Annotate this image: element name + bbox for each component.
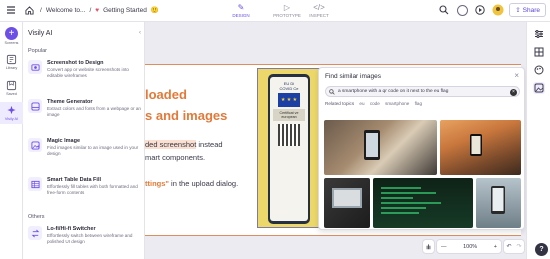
design-pen-icon: ✎ — [237, 3, 245, 12]
rail-item-visily-ai[interactable]: Visily AI — [0, 102, 23, 124]
eu-flag-icon: ★ ★ ★ — [278, 93, 300, 107]
section-popular: Popular — [28, 48, 47, 54]
mode-prototype[interactable]: ▷ PROTOTYPE — [272, 2, 302, 18]
sparkle-icon — [7, 105, 16, 115]
breadcrumb-project[interactable]: Welcome to... — [46, 7, 86, 14]
avatar[interactable] — [491, 3, 505, 17]
redo-icon[interactable]: ↷ — [516, 243, 521, 250]
theme-palette-icon[interactable] — [533, 64, 545, 76]
topic-chip[interactable]: smartphone — [385, 101, 409, 106]
find-similar-images-popup: Find similar images × a smartphone with … — [318, 67, 525, 230]
home-icon[interactable] — [22, 3, 36, 17]
undo-redo: ↶ ↷ — [503, 239, 525, 254]
library-icon — [6, 54, 17, 65]
selected-phone-image[interactable]: EU Di COVID Ce ★ ★ ★ Certificat ve europe… — [257, 68, 321, 228]
prototype-icon: ▷ — [283, 3, 291, 12]
popup-title: Find similar images — [325, 73, 381, 80]
result-image-4[interactable] — [373, 178, 473, 228]
present-play-icon[interactable] — [473, 3, 487, 17]
grid-icon[interactable] — [533, 46, 545, 58]
help-button[interactable]: ? — [535, 243, 548, 256]
saved-icon — [6, 80, 17, 91]
topic-chip[interactable]: eu — [359, 101, 364, 106]
inspect-icon: </> — [313, 3, 325, 12]
comment-icon[interactable] — [455, 3, 469, 17]
clear-search-icon[interactable]: × — [510, 88, 517, 96]
table-icon — [28, 177, 42, 191]
magic-image-icon — [28, 138, 42, 152]
plus-icon: + — [5, 27, 18, 40]
phone-heading: EU Di COVID Ce — [279, 81, 299, 91]
search-value: a smartphone with a qr code on it next t… — [338, 89, 449, 94]
heading-line-1: loaded — [145, 87, 187, 102]
breadcrumb-sep: / — [40, 6, 42, 14]
menu-icon[interactable] — [4, 3, 18, 17]
qr-code-icon — [278, 124, 300, 146]
topic-chip[interactable]: flag — [415, 101, 422, 106]
mode-switcher: ✎ DESIGN ▷ PROTOTYPE </> INSPECT — [226, 2, 334, 18]
zoom-control: — 100% + — [436, 239, 502, 254]
result-image-1[interactable] — [324, 120, 437, 175]
favorite-heart-icon[interactable]: ♥ — [95, 7, 99, 14]
topic-chip[interactable]: code — [370, 101, 380, 106]
rail-item-saved[interactable]: Saved — [0, 80, 23, 96]
doc-title[interactable]: Getting Started — [103, 7, 147, 14]
result-image-2[interactable] — [440, 120, 521, 175]
search-icon — [329, 89, 335, 96]
body-line-1: ded screenshot instead — [145, 140, 223, 149]
body-line-3: ttings" in the upload dialog. — [145, 179, 239, 188]
left-rail: + Screens Library Saved Visily AI — [0, 22, 23, 259]
phone-screen: EU Di COVID Ce ★ ★ ★ Certificat ve europe… — [270, 77, 308, 221]
body-line-2: mart components. — [145, 153, 206, 162]
panel-title: Visily AI — [28, 30, 53, 37]
undo-icon[interactable]: ↶ — [506, 243, 511, 250]
zoom-out-button[interactable]: — — [441, 244, 447, 250]
rail-item-library[interactable]: Library — [0, 54, 23, 70]
properties-sliders-icon[interactable] — [533, 28, 545, 40]
share-button[interactable]: ⇪ Share — [509, 3, 546, 17]
section-others: Others — [28, 214, 45, 220]
top-bar-right: ⇪ Share — [437, 3, 546, 17]
zoom-level[interactable]: 100% — [463, 244, 477, 250]
heading-line-2: s and images — [145, 108, 228, 123]
cursor-mode-button[interactable] — [422, 239, 435, 254]
result-image-3[interactable] — [324, 178, 370, 228]
collapse-chevron-icon[interactable]: ‹ — [139, 30, 141, 36]
mode-inspect[interactable]: </> INSPECT — [304, 2, 334, 18]
breadcrumb-sep: / — [89, 6, 92, 14]
phone-mockup: EU Di COVID Ce ★ ★ ★ Certificat ve europe… — [268, 74, 310, 224]
palette-icon — [28, 99, 42, 113]
rail-item-screens[interactable]: + Screens — [0, 27, 23, 45]
visily-ai-panel: Visily AI ‹ Popular Screenshot to Design… — [23, 22, 145, 259]
right-rail — [526, 22, 550, 259]
screenshot-icon — [28, 60, 42, 74]
emoji-icon: 🙂 — [150, 7, 159, 14]
share-icon: ⇪ — [515, 7, 521, 14]
switch-icon — [28, 226, 42, 240]
related-topics: Related topics eu code smartphone flag — [325, 101, 423, 106]
result-image-5[interactable] — [476, 178, 521, 228]
phone-certificate-label: Certificat ve european — [273, 109, 305, 121]
zoom-in-button[interactable]: + — [494, 244, 497, 250]
mode-design[interactable]: ✎ DESIGN — [226, 2, 256, 18]
top-bar: / Welcome to... / ♥ Getting Started 🙂 ✎ … — [0, 0, 550, 22]
close-icon[interactable]: × — [514, 71, 519, 80]
hand-icon — [426, 244, 431, 250]
search-icon[interactable] — [437, 3, 451, 17]
top-bar-left: / Welcome to... / ♥ Getting Started 🙂 — [4, 3, 159, 17]
image-search-input[interactable]: a smartphone with a qr code on it next t… — [325, 86, 520, 97]
magic-image-panel-icon[interactable] — [533, 82, 545, 94]
